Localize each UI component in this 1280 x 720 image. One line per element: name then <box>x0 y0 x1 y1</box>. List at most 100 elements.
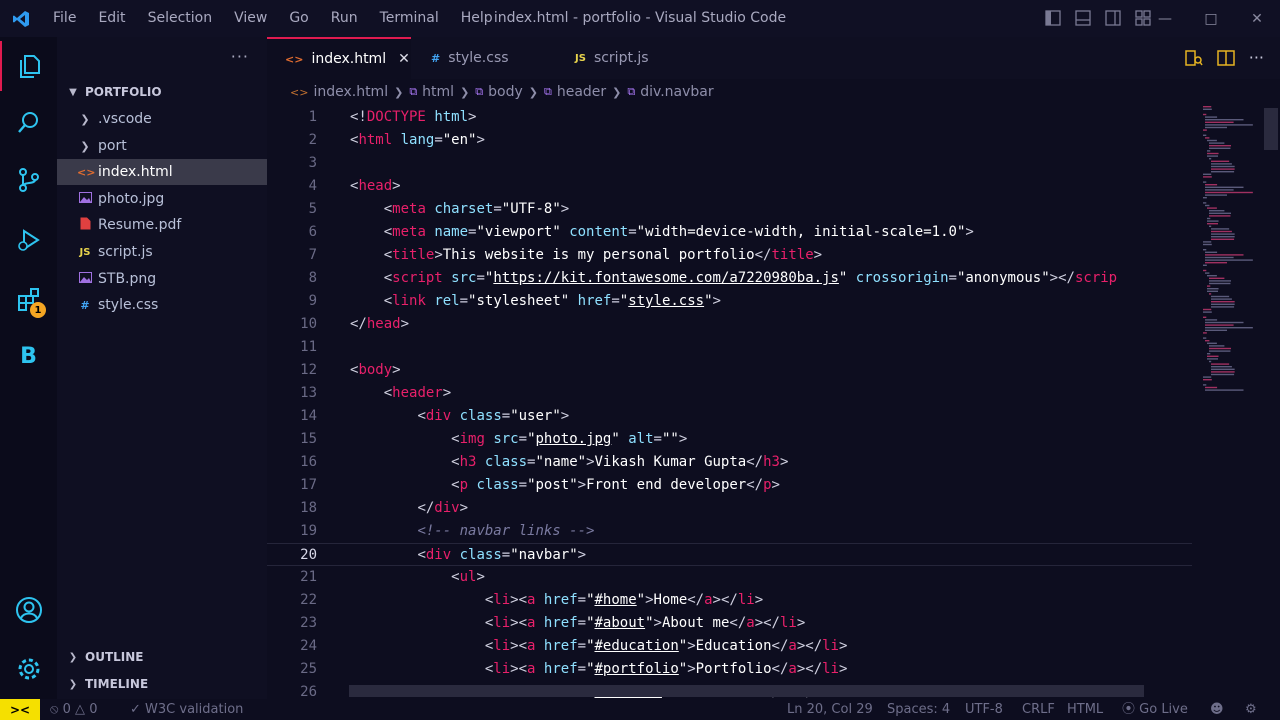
code-line[interactable]: 1 <!DOCTYPE html> <box>267 106 1192 129</box>
code-line[interactable]: 24 <li><a href="#education">Education</a… <box>267 635 1192 658</box>
tab-style-css[interactable]: # style.css <box>411 37 555 79</box>
toggle-sidebar-icon[interactable] <box>1044 9 1062 27</box>
minimap-line <box>1205 251 1218 253</box>
code-line[interactable]: 10 </head> <box>267 313 1192 336</box>
code-line[interactable]: 14 <div class="user"> <box>267 405 1192 428</box>
settings-gear-icon[interactable] <box>0 644 57 694</box>
code-line[interactable]: 15 <img src="photo.jpg" alt=""> <box>267 428 1192 451</box>
code-line[interactable]: 6 <meta name="viewport" content="width=d… <box>267 221 1192 244</box>
menu-view[interactable]: View <box>223 0 278 37</box>
code-line[interactable]: 9 <link rel="stylesheet" href="style.css… <box>267 290 1192 313</box>
code-line[interactable]: 25 <li><a href="#portfolio">Portfolio</a… <box>267 658 1192 681</box>
code-line[interactable]: 23 <li><a href="#about">About me</a></li… <box>267 612 1192 635</box>
language-mode[interactable]: HTML <box>1067 699 1103 720</box>
code-line[interactable]: 21 <ul> <box>267 566 1192 589</box>
indentation[interactable]: Spaces: 4 <box>887 699 950 720</box>
explorer-icon[interactable] <box>0 41 57 91</box>
menu-file[interactable]: File <box>42 0 87 37</box>
minimize-icon[interactable]: — <box>1142 0 1188 37</box>
extensions-icon[interactable]: 1 <box>0 275 57 325</box>
minimap-line <box>1209 158 1212 160</box>
split-editor-icon[interactable] <box>1216 49 1235 67</box>
tree-item-vscode[interactable]: ❯ .vscode <box>57 106 267 132</box>
horizontal-scrollbar[interactable] <box>349 685 1144 697</box>
w3c-validation-status[interactable]: ✓ W3C validation <box>130 699 243 720</box>
explorer-folder-header[interactable]: ▼ PORTFOLIO <box>57 79 267 105</box>
line-number: 1 <box>308 109 317 125</box>
code-line[interactable]: 8 <script src="https://kit.fontawesome.c… <box>267 267 1192 290</box>
toggle-panel-icon[interactable] <box>1074 9 1092 27</box>
minimap-line <box>1207 290 1218 292</box>
menu-go[interactable]: Go <box>278 0 319 37</box>
bootstrap-icon[interactable]: B <box>0 331 57 381</box>
menu-terminal[interactable]: Terminal <box>369 0 450 37</box>
open-preview-icon[interactable] <box>1184 49 1203 67</box>
tree-item-index-html[interactable]: <> index.html <box>57 159 267 185</box>
menu-run[interactable]: Run <box>320 0 369 37</box>
notifications-bell-icon[interactable]: ⚙ <box>1245 699 1257 720</box>
maximize-icon[interactable]: □ <box>1188 0 1234 37</box>
breadcrumb-item[interactable]: div.navbar <box>640 84 713 100</box>
minimap-line <box>1203 202 1207 204</box>
line-code: <img src="photo.jpg" alt=""> <box>451 431 688 447</box>
close-window-icon[interactable]: ✕ <box>1234 0 1280 37</box>
line-code: <ul> <box>451 569 485 585</box>
menu-selection[interactable]: Selection <box>137 0 224 37</box>
problems-indicator[interactable]: ⦸ 0 △ 0 <box>50 699 97 720</box>
tab-index-html[interactable]: <> index.html ✕ <box>267 37 411 79</box>
window-controls: — □ ✕ <box>1142 0 1280 37</box>
minimap-line <box>1203 173 1212 175</box>
code-line[interactable]: 17 <p class="post">Front end developer</… <box>267 474 1192 497</box>
minimap-line <box>1203 384 1207 386</box>
code-line[interactable]: 5 <meta charset="UTF-8"> <box>267 198 1192 221</box>
tree-item-photo-jpg[interactable]: photo.jpg <box>57 186 267 212</box>
tree-item-style-css[interactable]: # style.css <box>57 292 267 318</box>
code-line[interactable]: 16 <h3 class="name">Vikash Kumar Gupta</… <box>267 451 1192 474</box>
breadcrumb-item[interactable]: index.html <box>313 84 388 100</box>
code-line[interactable]: 2 <html lang="en"> <box>267 129 1192 152</box>
code-line[interactable]: 7 <title>This website is my personal por… <box>267 244 1192 267</box>
tree-item-label: Resume.pdf <box>98 217 182 233</box>
code-line[interactable]: 19 <!-- navbar links --> <box>267 520 1192 543</box>
code-line[interactable]: 12 <body> <box>267 359 1192 382</box>
code-line[interactable]: 3 <box>267 152 1192 175</box>
line-number: 19 <box>300 523 317 539</box>
code-line[interactable]: 18 </div> <box>267 497 1192 520</box>
go-live-button[interactable]: ⦿ Go Live <box>1122 699 1188 720</box>
run-debug-icon[interactable] <box>0 215 57 265</box>
close-icon[interactable]: ✕ <box>398 51 410 67</box>
code-line[interactable]: 4 <head> <box>267 175 1192 198</box>
source-control-icon[interactable] <box>0 155 57 205</box>
search-icon[interactable] <box>0 98 57 148</box>
menu-edit[interactable]: Edit <box>87 0 136 37</box>
code-editor[interactable]: 1 <!DOCTYPE html> 2 <html lang="en"> 3 4 <head… <box>267 104 1280 699</box>
feedback-icon[interactable]: ☻ <box>1210 699 1224 720</box>
tree-item-resume-pdf[interactable]: Resume.pdf <box>57 212 267 238</box>
line-endings[interactable]: CRLF <box>1022 699 1055 720</box>
cursor-position[interactable]: Ln 20, Col 29 <box>787 699 873 720</box>
breadcrumb-item[interactable]: header <box>557 84 606 100</box>
timeline-section-header[interactable]: ❯ TIMELINE <box>57 671 267 697</box>
menu-help[interactable]: Help <box>450 0 504 37</box>
line-number: 21 <box>300 569 317 585</box>
more-actions-icon[interactable]: ··· <box>1249 49 1264 67</box>
vertical-scrollbar[interactable] <box>1264 108 1278 150</box>
tree-item-stb-png[interactable]: STB.png <box>57 266 267 292</box>
code-line[interactable]: 22 <li><a href="#home">Home</a></li> <box>267 589 1192 612</box>
breadcrumb-item[interactable]: body <box>488 84 523 100</box>
minimap-line <box>1205 137 1210 139</box>
code-line[interactable]: 13 <header> <box>267 382 1192 405</box>
toggle-secondary-sidebar-icon[interactable] <box>1104 9 1122 27</box>
more-actions-icon[interactable]: ··· <box>231 47 249 66</box>
breadcrumb-item[interactable]: html <box>422 84 454 100</box>
code-line[interactable]: 20 <div class="navbar"> <box>267 543 1192 566</box>
tab-script-js[interactable]: JS script.js <box>555 37 699 79</box>
code-line[interactable]: 11 <box>267 336 1192 359</box>
minimap[interactable] <box>1199 104 1269 404</box>
encoding[interactable]: UTF-8 <box>965 699 1003 720</box>
remote-indicator[interactable]: >< <box>0 699 40 720</box>
account-icon[interactable] <box>0 585 57 635</box>
outline-section-header[interactable]: ❯ OUTLINE <box>57 644 267 670</box>
tree-item-script-js[interactable]: JS script.js <box>57 239 267 265</box>
tree-item-port[interactable]: ❯ port <box>57 133 267 159</box>
